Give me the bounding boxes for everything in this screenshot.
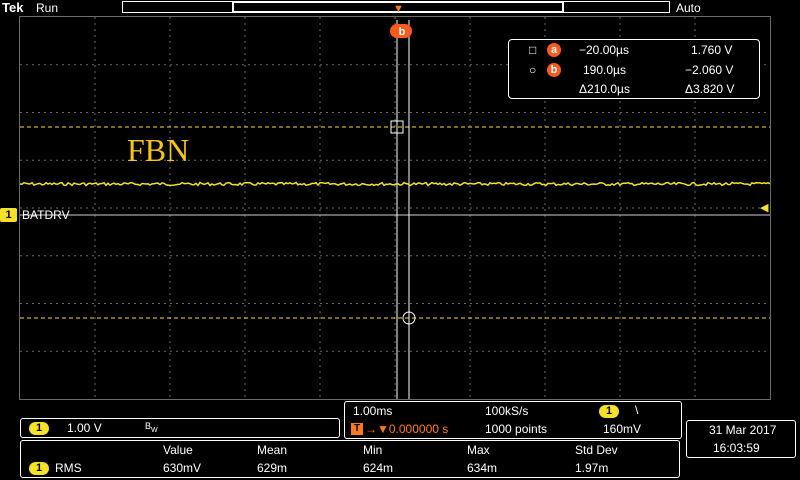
measurement-header-value: Value xyxy=(163,443,193,457)
trigger-level: 160mV xyxy=(603,422,642,436)
channel-1-trace xyxy=(19,181,771,187)
measurement-value: 630mV xyxy=(163,461,202,475)
measurement-type: RMS xyxy=(55,461,82,475)
waveform-label: FBN xyxy=(127,132,190,168)
cursor-b-volt: −2.060 V xyxy=(685,63,734,77)
date: 31 Mar 2017 xyxy=(709,423,777,437)
sample-rate: 100kS/s xyxy=(485,404,529,418)
record-length: 1000 points xyxy=(485,422,548,436)
channel-1-marker[interactable]: 1 xyxy=(0,208,17,222)
measurement-channel-pill: 1 xyxy=(29,462,49,475)
cursor-b-time: 190.0µs xyxy=(583,63,626,77)
cursor-b-badge: b xyxy=(547,63,561,77)
channel-1-name: BATDRV xyxy=(22,208,70,222)
trigger-position-marker: ▼ xyxy=(393,3,404,15)
delta-volt: Δ3.820 V xyxy=(685,82,735,96)
measurement-max: 634m xyxy=(467,461,498,475)
trigger-position-badge: T xyxy=(351,423,363,435)
acquisition-panel[interactable]: 1.00ms 100kS/s 1 \ T →▼0.000000 s 1000 p… xyxy=(344,401,682,439)
cursor-readout[interactable]: □ a −20.00µs 1.760 V ○ b 190.0µs −2.060 … xyxy=(508,39,760,99)
cursor-a-volt: 1.760 V xyxy=(691,43,733,57)
trigger-slope-icon: \ xyxy=(635,403,639,417)
cursor-a-time: −20.00µs xyxy=(579,43,629,57)
delta-time: Δ210.0µs xyxy=(579,82,630,96)
measurement-header-min: Min xyxy=(363,443,383,457)
circle-icon: ○ xyxy=(529,63,537,77)
measurement-header-std-dev: Std Dev xyxy=(575,443,618,457)
square-icon: □ xyxy=(529,43,537,57)
trigger-level-arrow-icon: ◀ xyxy=(760,202,769,214)
measurement-header-mean: Mean xyxy=(257,443,288,457)
cursor-b-top-badge: b xyxy=(398,26,406,38)
measurement-min: 624m xyxy=(363,461,394,475)
time: 16:03:59 xyxy=(713,441,760,455)
timebase: 1.00ms xyxy=(353,404,393,418)
cursor-a-badge: a xyxy=(547,43,561,57)
bandwidth-limit: BW xyxy=(145,421,158,434)
measurement-panel[interactable]: Value Mean Min Max Std Dev 1 RMS 630mV 6… xyxy=(20,440,680,478)
datetime-panel: 31 Mar 2017 16:03:59 xyxy=(686,420,796,458)
channel-settings-panel[interactable]: 1 1.00 V BW xyxy=(20,418,340,438)
measurement-std-dev: 1.97m xyxy=(575,461,609,475)
trigger-position: →▼0.000000 s xyxy=(365,422,449,436)
vertical-scale: 1.00 V xyxy=(67,421,102,435)
measurement-header-max: Max xyxy=(467,443,490,457)
measurement-mean: 629m xyxy=(257,461,288,475)
trigger-source-pill: 1 xyxy=(599,405,619,418)
channel-1-pill: 1 xyxy=(29,422,49,435)
